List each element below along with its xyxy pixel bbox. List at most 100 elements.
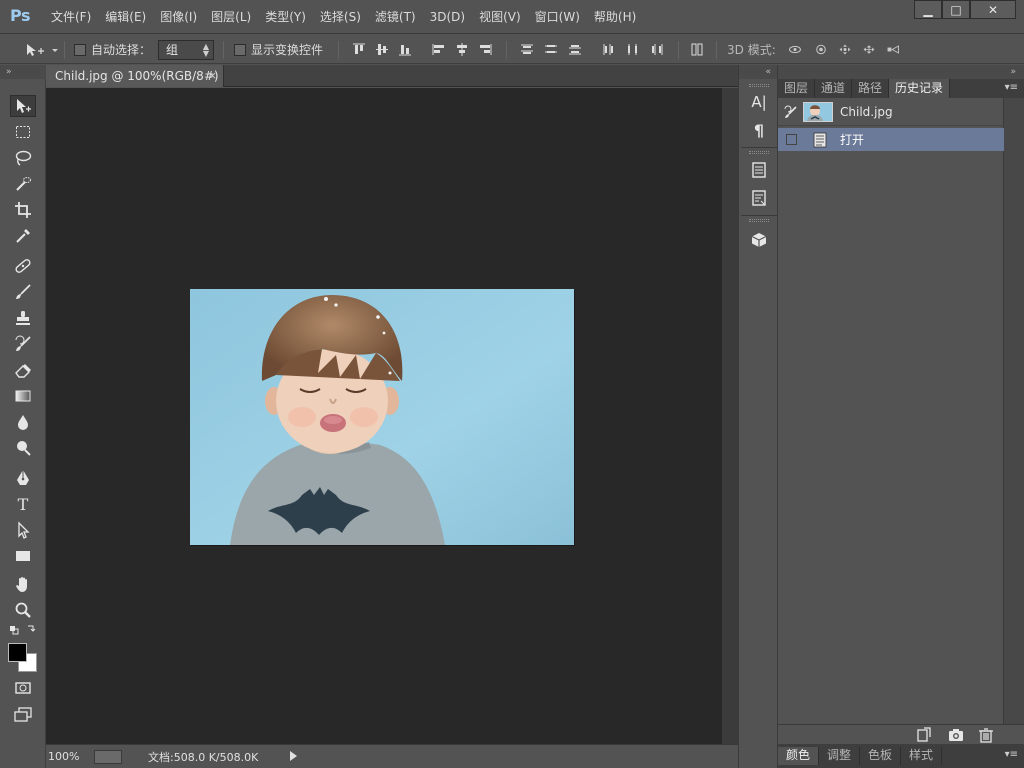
rectangle-tool-button[interactable] [10,545,36,567]
healing-brush-tool-button[interactable] [10,255,36,277]
align-top-edges-icon[interactable] [352,43,366,56]
history-scrollbar[interactable] [1004,98,1024,724]
trash-icon[interactable] [978,727,994,743]
auto-select-target-select[interactable]: 组 ▲ ▼ [158,35,214,64]
distribute-top-icon[interactable] [520,43,534,56]
history-state-open[interactable]: 打开 [778,128,1004,151]
distribute-vertical-centers-icon[interactable] [544,43,558,56]
brush-tool-button[interactable] [10,281,36,303]
paragraph-styles-icon[interactable] [749,187,769,209]
align-right-edges-icon[interactable] [478,43,492,56]
auto-select-checkbox[interactable] [74,43,86,56]
show-transform-toggle[interactable]: 显示变换控件 [234,35,323,64]
menu-view[interactable]: 视图(V) [472,9,528,25]
3d-rotate-icon[interactable] [788,43,806,56]
tool-preset-picker[interactable] [24,35,58,64]
tab-adjustments[interactable]: 调整 [819,747,861,765]
distribute-horizontal-centers-icon[interactable] [626,43,640,56]
vertical-scrollbar[interactable] [722,88,738,744]
history-brush-source-icon[interactable] [784,105,798,119]
paragraph-panel-icon[interactable]: ¶ [749,119,769,141]
history-brush-tool-button[interactable] [10,333,36,355]
menu-type[interactable]: 类型(Y) [258,9,313,25]
color-swatch-controls[interactable] [10,623,36,637]
marquee-tool-button[interactable] [10,121,36,143]
tab-color[interactable]: 颜色 [778,747,820,765]
menu-layer[interactable]: 图层(L) [204,9,258,25]
zoom-level-field[interactable]: 100% [48,750,90,763]
tab-channels[interactable]: 通道 [815,79,853,98]
character-styles-icon[interactable] [749,159,769,181]
clone-stamp-tool-button[interactable] [10,307,36,329]
minimize-button[interactable]: ▁ [914,0,942,19]
new-document-from-state-icon[interactable] [916,727,932,743]
auto-align-layers-icon[interactable] [690,43,704,56]
close-tab-icon[interactable]: × [208,69,217,82]
align-vertical-centers-icon[interactable] [375,43,389,56]
distribute-left-icon[interactable] [602,43,616,56]
align-bottom-edges-icon[interactable] [398,43,412,56]
menu-image[interactable]: 图像(I) [153,9,204,25]
align-left-edges-icon[interactable] [432,43,446,56]
close-button[interactable]: ✕ [970,0,1016,19]
eyedropper-tool-button[interactable] [10,225,36,247]
menu-file[interactable]: 文件(F) [44,9,98,25]
menu-help[interactable]: 帮助(H) [587,9,643,25]
distribute-bottom-icon[interactable] [568,43,582,56]
menu-filter[interactable]: 滤镜(T) [368,9,423,25]
panel-menu-icon[interactable]: ▾≡ [1005,82,1018,93]
pen-tool-button[interactable] [10,467,36,489]
eraser-tool-button[interactable] [10,359,36,381]
menu-3d[interactable]: 3D(D) [423,9,472,25]
tab-swatches[interactable]: 色板 [860,747,902,765]
panel-menu-icon[interactable]: ▾≡ [1005,749,1018,760]
3d-panel-icon[interactable] [749,229,769,251]
hand-tool-button[interactable] [10,573,36,595]
quick-mask-button[interactable] [10,677,36,699]
crop-tool-button[interactable] [10,199,36,221]
menu-edit[interactable]: 编辑(E) [98,9,153,25]
3d-scale-icon[interactable] [886,43,904,56]
lasso-tool-button[interactable] [10,147,36,169]
auto-select-toggle[interactable]: 自动选择： [74,35,151,64]
path-selection-tool-button[interactable] [10,519,36,541]
collapse-icon[interactable]: » [778,65,1024,79]
document-tab[interactable]: Child.jpg @ 100%(RGB/8#) × [46,65,224,87]
create-snapshot-icon[interactable] [948,727,964,743]
maximize-button[interactable]: □ [942,0,970,19]
type-tool-button[interactable]: T [10,493,36,515]
3d-slide-icon[interactable] [862,43,880,56]
character-panel-icon[interactable]: A| [749,91,769,113]
status-menu-arrow-icon[interactable] [290,751,297,761]
dodge-tool-button[interactable] [10,437,36,459]
menu-select[interactable]: 选择(S) [313,9,368,25]
collapse-icon[interactable]: « [739,65,777,79]
distribute-right-icon[interactable] [650,43,664,56]
panel-grip[interactable] [749,219,769,222]
foreground-background-colors[interactable] [6,641,40,675]
foreground-color-swatch[interactable] [8,643,27,662]
screen-mode-button[interactable] [10,703,36,725]
history-brush-source-checkbox[interactable] [786,134,797,145]
blur-tool-button[interactable] [10,411,36,433]
tab-history[interactable]: 历史记录 [889,79,951,98]
tab-paths[interactable]: 路径 [852,79,890,98]
align-horizontal-centers-icon[interactable] [455,43,469,56]
panel-grip[interactable] [749,84,769,87]
options-bar: 自动选择： 组 ▲ ▼ 显示变换控件 3D 模式: [0,35,1024,64]
3d-roll-icon[interactable] [814,43,832,56]
tab-styles[interactable]: 样式 [901,747,943,765]
status-info-icon[interactable] [94,749,122,764]
show-transform-checkbox[interactable] [234,43,246,56]
gradient-tool-button[interactable] [10,385,36,407]
history-snapshot[interactable]: Child.jpg [778,98,1004,126]
canvas-area[interactable] [46,88,722,744]
quick-selection-tool-button[interactable] [10,173,36,195]
panel-grip[interactable] [749,151,769,154]
menu-window[interactable]: 窗口(W) [528,9,587,25]
move-tool-button[interactable] [10,95,36,117]
3d-pan-icon[interactable] [838,43,856,56]
zoom-tool-button[interactable] [10,599,36,621]
collapse-icon[interactable]: » [0,65,46,79]
tab-layers[interactable]: 图层 [778,79,816,98]
